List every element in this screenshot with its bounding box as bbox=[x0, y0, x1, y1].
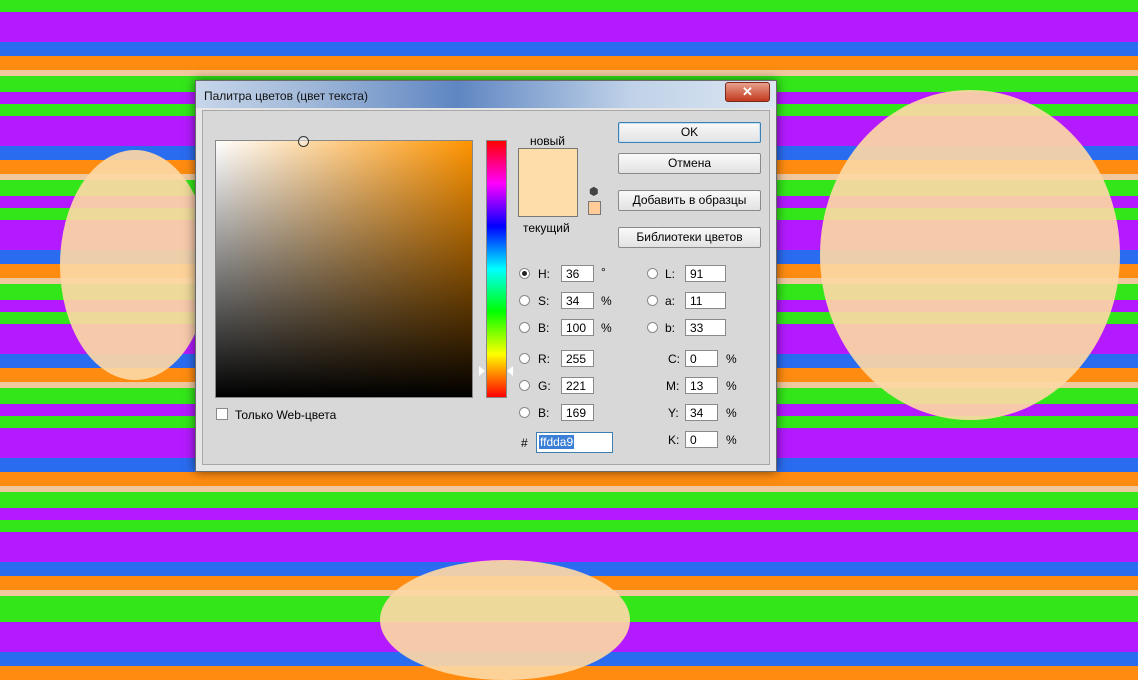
lab-b-input[interactable]: 33 bbox=[685, 319, 726, 336]
background-blob bbox=[60, 150, 210, 380]
lightness-label: L: bbox=[665, 267, 676, 281]
add-to-swatches-button[interactable]: Добавить в образцы bbox=[618, 190, 761, 211]
magenta-label: M: bbox=[666, 379, 680, 393]
close-button[interactable]: ✕ bbox=[725, 82, 770, 102]
green-label: G: bbox=[538, 379, 551, 393]
black-input[interactable]: 0 bbox=[685, 431, 718, 448]
brightness-input[interactable]: 100 bbox=[561, 319, 594, 336]
brightness-radio[interactable] bbox=[519, 322, 530, 333]
hue-slider-right-arrow-icon[interactable] bbox=[507, 366, 513, 376]
percent-unit: % bbox=[601, 294, 612, 308]
red-input[interactable]: 255 bbox=[561, 350, 594, 367]
hue-slider[interactable] bbox=[486, 140, 507, 398]
percent-unit: % bbox=[726, 433, 737, 447]
cancel-button[interactable]: Отмена bbox=[618, 153, 761, 174]
new-color-swatch bbox=[518, 148, 578, 217]
web-colors-only-label[interactable]: Только Web-цвета bbox=[235, 408, 336, 422]
ok-button[interactable]: OK bbox=[618, 122, 761, 143]
websafe-cube-icon[interactable]: ⬢ bbox=[589, 185, 599, 198]
blue-label: B: bbox=[538, 406, 550, 420]
percent-unit: % bbox=[726, 406, 737, 420]
websafe-color-swatch[interactable] bbox=[588, 201, 601, 215]
yellow-label: Y: bbox=[668, 406, 679, 420]
current-color-label: текущий bbox=[523, 221, 570, 235]
hue-input[interactable]: 36 bbox=[561, 265, 594, 282]
saturation-radio[interactable] bbox=[519, 295, 530, 306]
lab-a-radio[interactable] bbox=[647, 295, 658, 306]
cyan-label: C: bbox=[668, 352, 680, 366]
hue-label: H: bbox=[538, 267, 550, 281]
title-bar[interactable]: Палитра цветов (цвет текста) ✕ bbox=[196, 81, 776, 108]
background-blob bbox=[380, 560, 630, 680]
blue-radio[interactable] bbox=[519, 407, 530, 418]
brightness-label: B: bbox=[538, 321, 550, 335]
lab-b-radio[interactable] bbox=[647, 322, 658, 333]
lab-a-input[interactable]: 11 bbox=[685, 292, 726, 309]
color-picker-dialog: Палитра цветов (цвет текста) ✕ новый тек… bbox=[195, 80, 777, 472]
hex-value: ffdda9 bbox=[539, 435, 575, 449]
hex-label: # bbox=[521, 436, 528, 450]
dialog-title: Палитра цветов (цвет текста) bbox=[204, 89, 368, 103]
percent-unit: % bbox=[726, 379, 737, 393]
new-color-label: новый bbox=[530, 134, 566, 148]
hex-input[interactable]: ffdda9 bbox=[536, 432, 613, 453]
color-libraries-button[interactable]: Библиотеки цветов bbox=[618, 227, 761, 248]
green-radio[interactable] bbox=[519, 380, 530, 391]
lightness-radio[interactable] bbox=[647, 268, 658, 279]
percent-unit: % bbox=[726, 352, 737, 366]
green-input[interactable]: 221 bbox=[561, 377, 594, 394]
percent-unit: % bbox=[601, 321, 612, 335]
dialog-body: новый текущий ⬢ OK Отмена Добавить в обр… bbox=[202, 110, 770, 465]
saturation-input[interactable]: 34 bbox=[561, 292, 594, 309]
hue-slider-left-arrow-icon[interactable] bbox=[479, 366, 485, 376]
background-blob bbox=[820, 90, 1120, 420]
red-radio[interactable] bbox=[519, 353, 530, 364]
saturation-label: S: bbox=[538, 294, 550, 308]
yellow-input[interactable]: 34 bbox=[685, 404, 718, 421]
hue-radio[interactable] bbox=[519, 268, 530, 279]
lab-b-label: b: bbox=[665, 321, 676, 335]
web-colors-only-checkbox[interactable] bbox=[216, 408, 228, 420]
red-label: R: bbox=[538, 352, 550, 366]
lab-a-label: a: bbox=[665, 294, 676, 308]
blue-input[interactable]: 169 bbox=[561, 404, 594, 421]
magenta-input[interactable]: 13 bbox=[685, 377, 718, 394]
color-field-marker[interactable] bbox=[298, 136, 309, 147]
degree-unit: ° bbox=[601, 265, 606, 279]
lightness-input[interactable]: 91 bbox=[685, 265, 726, 282]
black-label: K: bbox=[668, 433, 680, 447]
cyan-input[interactable]: 0 bbox=[685, 350, 718, 367]
saturation-brightness-field[interactable] bbox=[215, 136, 473, 398]
